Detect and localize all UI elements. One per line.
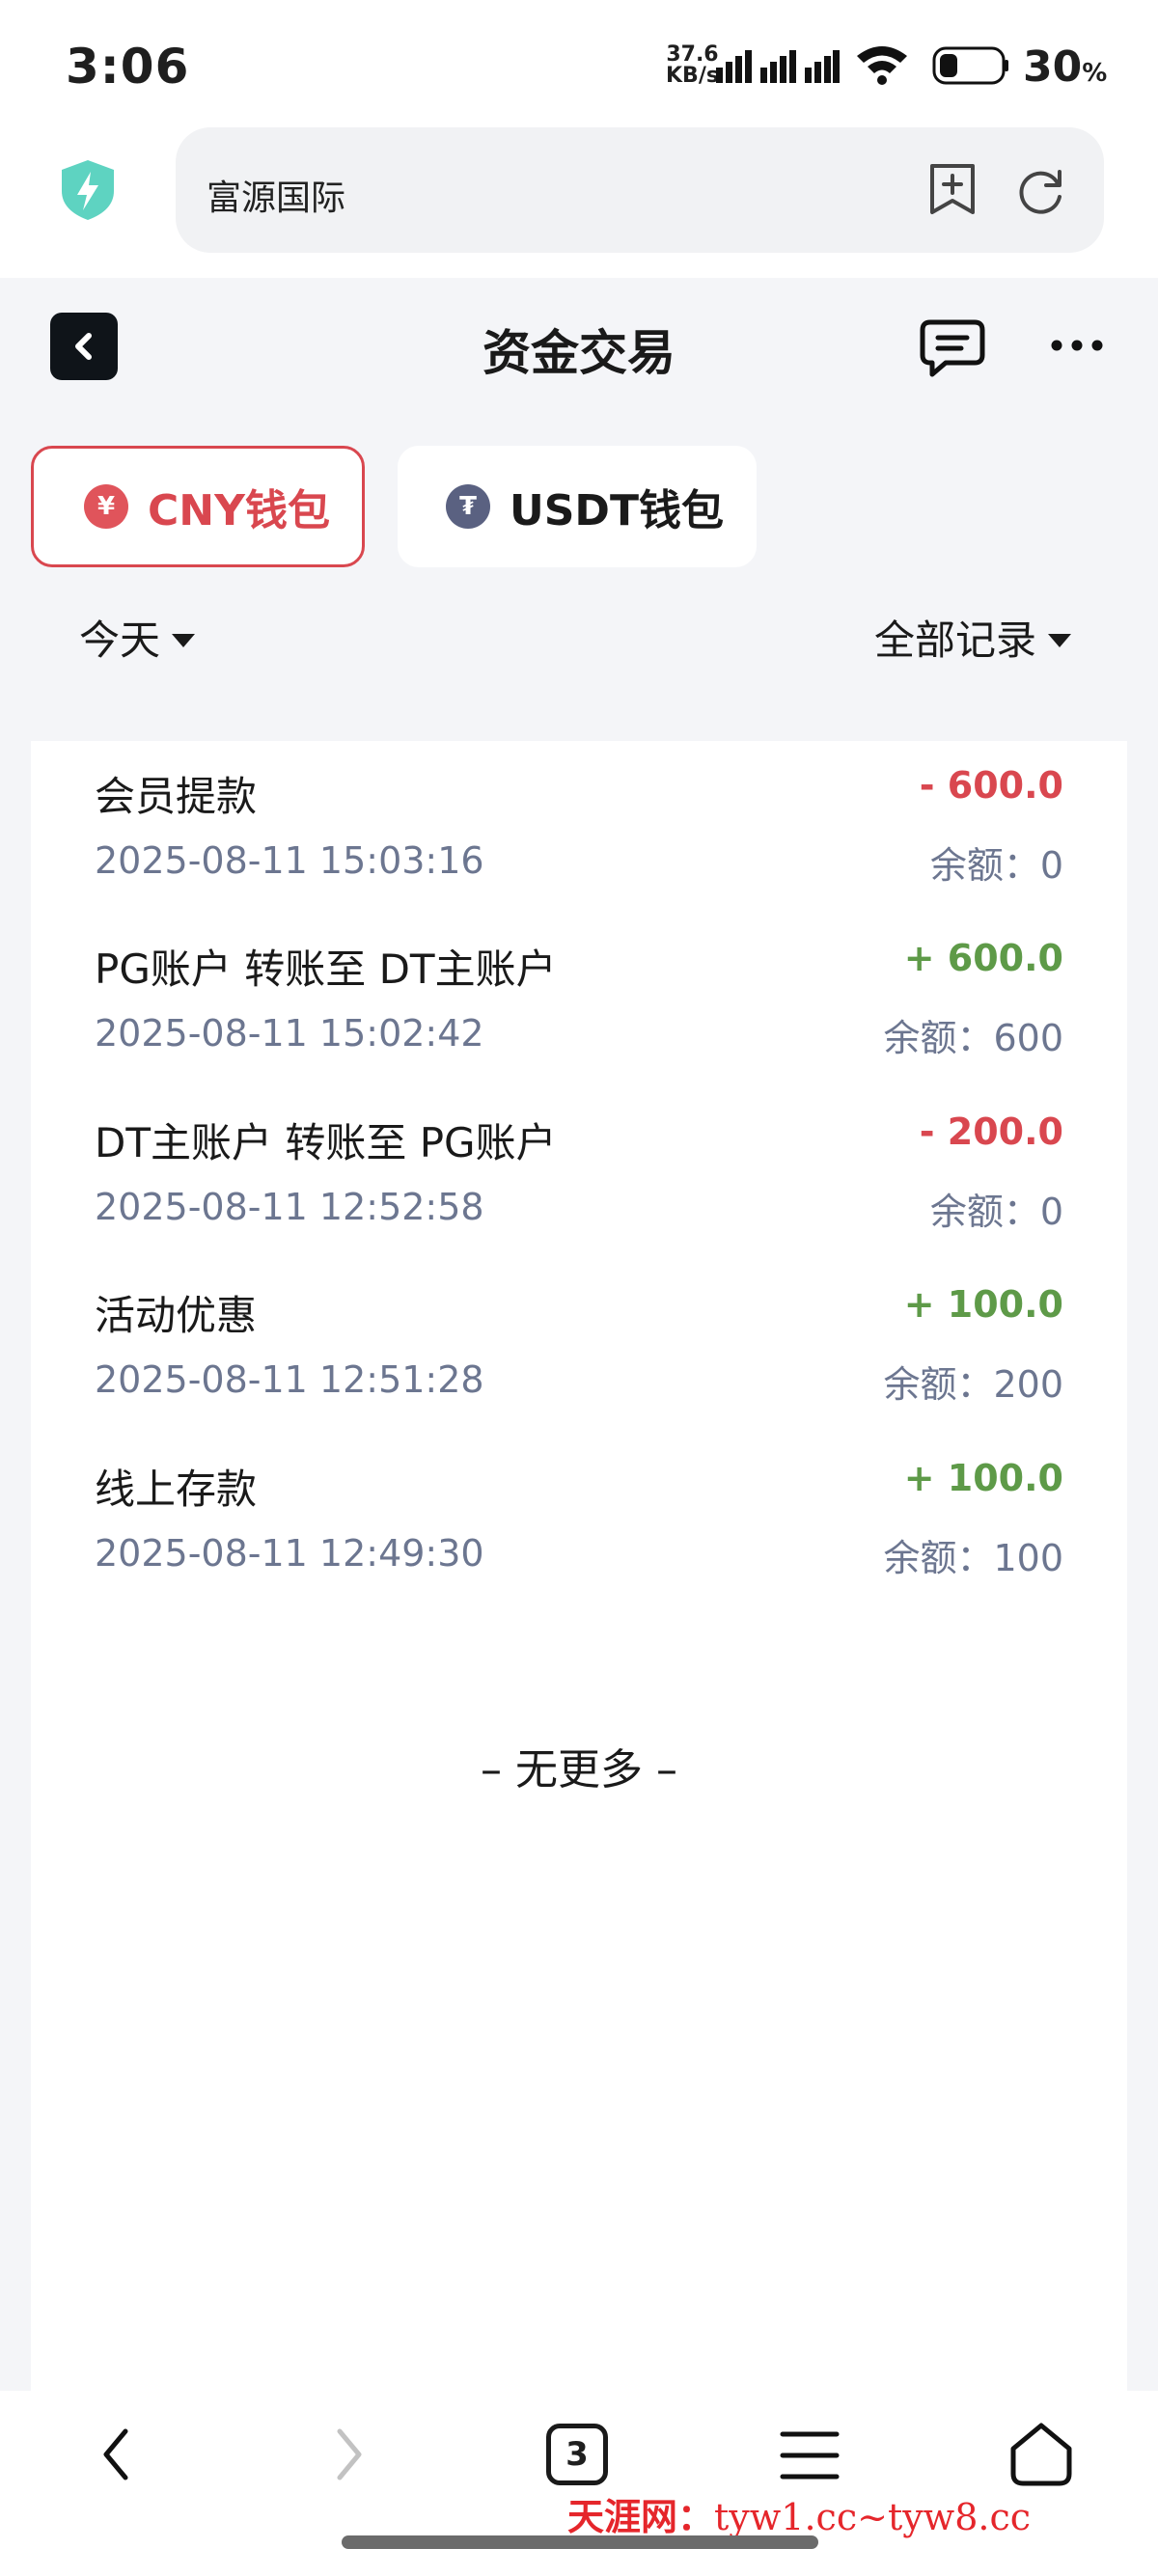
list-end-label: – 无更多 –: [481, 1745, 677, 1795]
list-item[interactable]: 活动优惠 2025-08-11 12:51:28 + 100.0 余额：200: [31, 1260, 1127, 1434]
list-item[interactable]: DT主账户 转账至 PG账户 2025-08-11 12:52:58 - 200…: [31, 1087, 1127, 1261]
list-item[interactable]: 会员提款 2025-08-11 15:03:16 - 600.0 余额：0: [31, 741, 1127, 915]
battery-percent: 30%: [1023, 42, 1107, 92]
tab-cny-wallet-label: CNY钱包: [148, 486, 330, 535]
wifi-icon: [857, 46, 907, 85]
transaction-amount: - 600.0: [919, 764, 1063, 807]
transaction-time: 2025-08-11 15:02:42: [95, 1012, 484, 1055]
net-speed: 37.6 KB/s: [666, 44, 719, 87]
home-icon[interactable]: [1006, 2420, 1077, 2487]
tab-usdt-wallet-label: USDT钱包: [510, 486, 724, 535]
bookmark-add-icon[interactable]: [926, 162, 979, 216]
transaction-title: DT主账户 转账至 PG账户: [95, 1119, 557, 1166]
date-filter-label: 今天: [79, 617, 161, 664]
transaction-title: 会员提款: [95, 773, 258, 820]
reload-icon[interactable]: [1013, 164, 1067, 218]
chat-icon[interactable]: [919, 318, 986, 378]
watermark: 天涯网：tyw1.cc~tyw8.cc: [567, 2487, 1031, 2540]
transaction-amount: - 200.0: [919, 1110, 1063, 1153]
transaction-amount: + 600.0: [903, 937, 1063, 979]
forward-icon[interactable]: [324, 2425, 372, 2483]
battery-percent-unit: %: [1082, 59, 1108, 88]
transaction-balance: 余额：600: [883, 1017, 1063, 1059]
transaction-amount: + 100.0: [903, 1283, 1063, 1326]
list-item[interactable]: 线上存款 2025-08-11 12:49:30 + 100.0 余额：100: [31, 1434, 1127, 1607]
transaction-title: 活动优惠: [95, 1292, 258, 1339]
record-type-dropdown[interactable]: 全部记录: [874, 608, 1071, 667]
list-item[interactable]: PG账户 转账至 DT主账户 2025-08-11 15:02:42 + 600…: [31, 914, 1127, 1087]
chevron-down-icon: [1048, 633, 1071, 647]
menu-icon[interactable]: [780, 2429, 840, 2481]
tab-cny-wallet[interactable]: ¥ CNY钱包: [31, 446, 365, 567]
transaction-balance: 余额：100: [883, 1537, 1063, 1579]
signal-icon: [716, 50, 840, 83]
status-time: 3:06: [66, 39, 190, 95]
transaction-balance: 余额：0: [929, 1191, 1063, 1233]
chevron-down-icon: [172, 633, 196, 647]
net-speed-unit: KB/s: [666, 64, 719, 88]
more-icon[interactable]: [1050, 338, 1104, 353]
transaction-time: 2025-08-11 12:49:30: [95, 1532, 484, 1575]
shield-icon[interactable]: [58, 158, 118, 222]
watermark-urls: tyw1.cc~tyw8.cc: [714, 2496, 1032, 2538]
battery-icon: [932, 46, 1008, 85]
tabs-button[interactable]: 3: [546, 2424, 608, 2485]
transaction-title: PG账户 转账至 DT主账户: [95, 945, 557, 993]
transaction-time: 2025-08-11 15:03:16: [95, 839, 484, 882]
cny-coin-icon: ¥: [84, 484, 128, 529]
home-indicator[interactable]: [342, 2535, 818, 2549]
transaction-amount: + 100.0: [903, 1457, 1063, 1499]
transaction-list: 会员提款 2025-08-11 15:03:16 - 600.0 余额：0 PG…: [31, 741, 1127, 2393]
transaction-time: 2025-08-11 12:52:58: [95, 1186, 484, 1228]
record-type-label: 全部记录: [873, 617, 1036, 664]
tab-usdt-wallet[interactable]: ₮ USDT钱包: [398, 446, 757, 567]
date-filter-dropdown[interactable]: 今天: [79, 608, 196, 667]
battery-percent-value: 30: [1023, 42, 1083, 92]
watermark-name: 天涯网：: [567, 2495, 715, 2538]
back-icon[interactable]: [93, 2425, 141, 2483]
transaction-time: 2025-08-11 12:51:28: [95, 1358, 484, 1401]
net-speed-value: 37.6: [666, 42, 719, 67]
url-text[interactable]: 富源国际: [207, 170, 345, 220]
usdt-coin-icon: ₮: [446, 484, 490, 529]
transaction-balance: 余额：0: [929, 844, 1063, 887]
transaction-title: 线上存款: [95, 1466, 258, 1513]
transaction-balance: 余额：200: [883, 1363, 1063, 1406]
